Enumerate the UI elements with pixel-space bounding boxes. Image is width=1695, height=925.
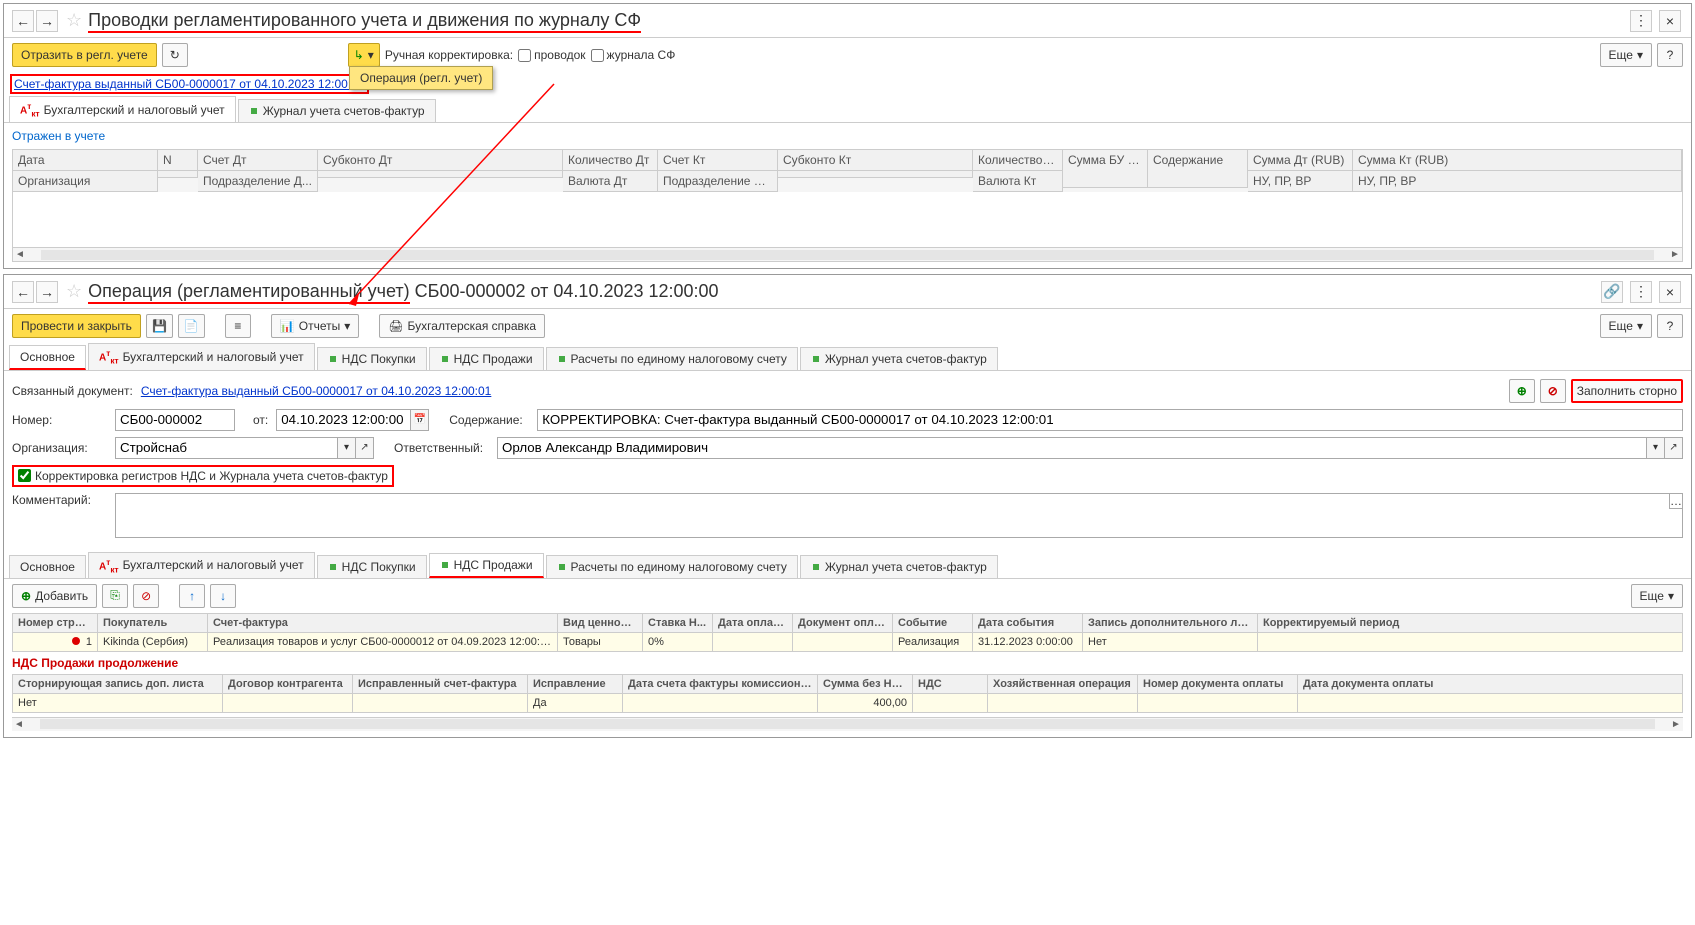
- tab-tax[interactable]: Расчеты по единому налоговому счету: [546, 347, 798, 370]
- add-button[interactable]: ⊕ Добавить: [12, 584, 97, 608]
- list-button[interactable]: ≡: [225, 314, 251, 338]
- grid-row[interactable]: 1Kikinda (Сербия)Реализация товаров и ус…: [13, 632, 1683, 651]
- more-button-3[interactable]: Еще ▾: [1631, 584, 1683, 608]
- forward-button-2[interactable]: →: [36, 281, 58, 303]
- tab-accounting-2[interactable]: АтктБухгалтерский и налоговый учет: [88, 343, 315, 369]
- close-button-2[interactable]: ×: [1659, 281, 1681, 303]
- close-button[interactable]: ×: [1659, 10, 1681, 32]
- tab-vat-purchase[interactable]: НДС Покупки: [317, 347, 427, 370]
- tab2-vat-sale[interactable]: НДС Продажи: [429, 553, 544, 578]
- tab-journal-2[interactable]: Журнал учета счетов-фактур: [800, 347, 998, 370]
- tab2-main[interactable]: Основное: [9, 555, 86, 578]
- calendar-icon[interactable]: 📅: [411, 409, 429, 431]
- star-icon-2[interactable]: ☆: [66, 281, 82, 302]
- tab2-accounting[interactable]: АтктБухгалтерский и налоговый учет: [88, 552, 315, 578]
- save-button[interactable]: 💾: [146, 314, 173, 338]
- tab2-journal[interactable]: Журнал учета счетов-фактур: [800, 555, 998, 578]
- delete-icon[interactable]: ⊘: [1540, 379, 1566, 403]
- org-dropdown[interactable]: ▾: [338, 437, 356, 459]
- page-title: Проводки регламентированного учета и дви…: [88, 10, 641, 31]
- dropdown-button[interactable]: ↳ ▾: [348, 43, 380, 67]
- reference-button[interactable]: 🖨 Бухгалтерская справка: [379, 314, 545, 338]
- status-link[interactable]: Отражен в учете: [12, 129, 105, 143]
- grid-row-2[interactable]: НетДа400,00: [13, 693, 1683, 712]
- org-label: Организация:: [12, 441, 107, 455]
- tab-journal[interactable]: Журнал учета счетов-фактур: [238, 99, 436, 122]
- org-input[interactable]: [115, 437, 338, 459]
- section-title: НДС Продажи продолжение: [4, 652, 1691, 674]
- expand-icon[interactable]: …: [1669, 493, 1683, 509]
- resp-input[interactable]: [497, 437, 1647, 459]
- post-close-button[interactable]: Провести и закрыть: [12, 314, 141, 338]
- resp-dropdown[interactable]: ▾: [1647, 437, 1665, 459]
- more-button-2[interactable]: Еще ▾: [1600, 314, 1652, 338]
- reflect-button[interactable]: Отразить в регл. учете: [12, 43, 157, 67]
- help-button-2[interactable]: ?: [1657, 314, 1683, 338]
- correction-checkbox[interactable]: [18, 469, 31, 482]
- menu-button[interactable]: ⋮: [1630, 10, 1652, 32]
- org-open[interactable]: ↗: [356, 437, 374, 459]
- refresh-button[interactable]: ↻: [162, 43, 188, 67]
- content-label: Содержание:: [449, 413, 529, 427]
- add-icon[interactable]: ⊕: [1509, 379, 1535, 403]
- post-button[interactable]: 📄: [178, 314, 205, 338]
- copy-button[interactable]: ⎘: [102, 584, 128, 608]
- back-button[interactable]: ←: [12, 10, 34, 32]
- sales-grid[interactable]: Номер строкиПокупательСчет-фактураВид це…: [12, 613, 1683, 652]
- manual-label: Ручная корректировка:: [385, 48, 513, 62]
- num-input[interactable]: [115, 409, 235, 431]
- tab-vat-sale[interactable]: НДС Продажи: [429, 347, 544, 370]
- forward-button[interactable]: →: [36, 10, 58, 32]
- linked-doc-link[interactable]: Счет-фактура выданный СБ00-0000017 от 04…: [141, 384, 492, 398]
- fill-storno-button[interactable]: Заполнить сторно: [1571, 379, 1683, 403]
- date-input[interactable]: [276, 409, 411, 431]
- correction-box: Корректировка регистров НДС и Журнала уч…: [12, 465, 394, 487]
- resp-label: Ответственный:: [394, 441, 489, 455]
- down-button[interactable]: ↓: [210, 584, 236, 608]
- linked-label: Связанный документ:: [12, 384, 133, 398]
- entries-checkbox[interactable]: [518, 49, 531, 62]
- tab2-tax[interactable]: Расчеты по единому налоговому счету: [546, 555, 798, 578]
- journal-checkbox[interactable]: [591, 49, 604, 62]
- reports-button[interactable]: 📊 Отчеты ▾: [271, 314, 359, 338]
- help-button[interactable]: ?: [1657, 43, 1683, 67]
- comment-label: Комментарий:: [12, 493, 107, 507]
- tab-accounting[interactable]: АтктБухгалтерский и налоговый учет: [9, 96, 236, 122]
- remove-button[interactable]: ⊘: [133, 584, 159, 608]
- invoice-link[interactable]: Счет-фактура выданный СБ00-0000017 от 04…: [10, 74, 369, 94]
- back-button-2[interactable]: ←: [12, 281, 34, 303]
- resp-open[interactable]: ↗: [1665, 437, 1683, 459]
- more-button[interactable]: Еще ▾: [1600, 43, 1652, 67]
- entries-grid[interactable]: [13, 192, 1682, 247]
- operation-popup[interactable]: Операция (регл. учет): [349, 66, 493, 90]
- up-button[interactable]: ↑: [179, 584, 205, 608]
- sales-grid-2[interactable]: Сторнирующая запись доп. листаДоговор ко…: [12, 674, 1683, 713]
- comment-input[interactable]: [115, 493, 1683, 538]
- link-icon[interactable]: 🔗: [1601, 281, 1623, 303]
- content-input[interactable]: [537, 409, 1683, 431]
- star-icon[interactable]: ☆: [66, 10, 82, 31]
- page-title-2: Операция (регламентированный учет) СБ00-…: [88, 281, 718, 302]
- menu-button-2[interactable]: ⋮: [1630, 281, 1652, 303]
- num-label: Номер:: [12, 413, 107, 427]
- tab-main[interactable]: Основное: [9, 345, 86, 370]
- tab2-vat-purchase[interactable]: НДС Покупки: [317, 555, 427, 578]
- date-label: от:: [253, 413, 268, 427]
